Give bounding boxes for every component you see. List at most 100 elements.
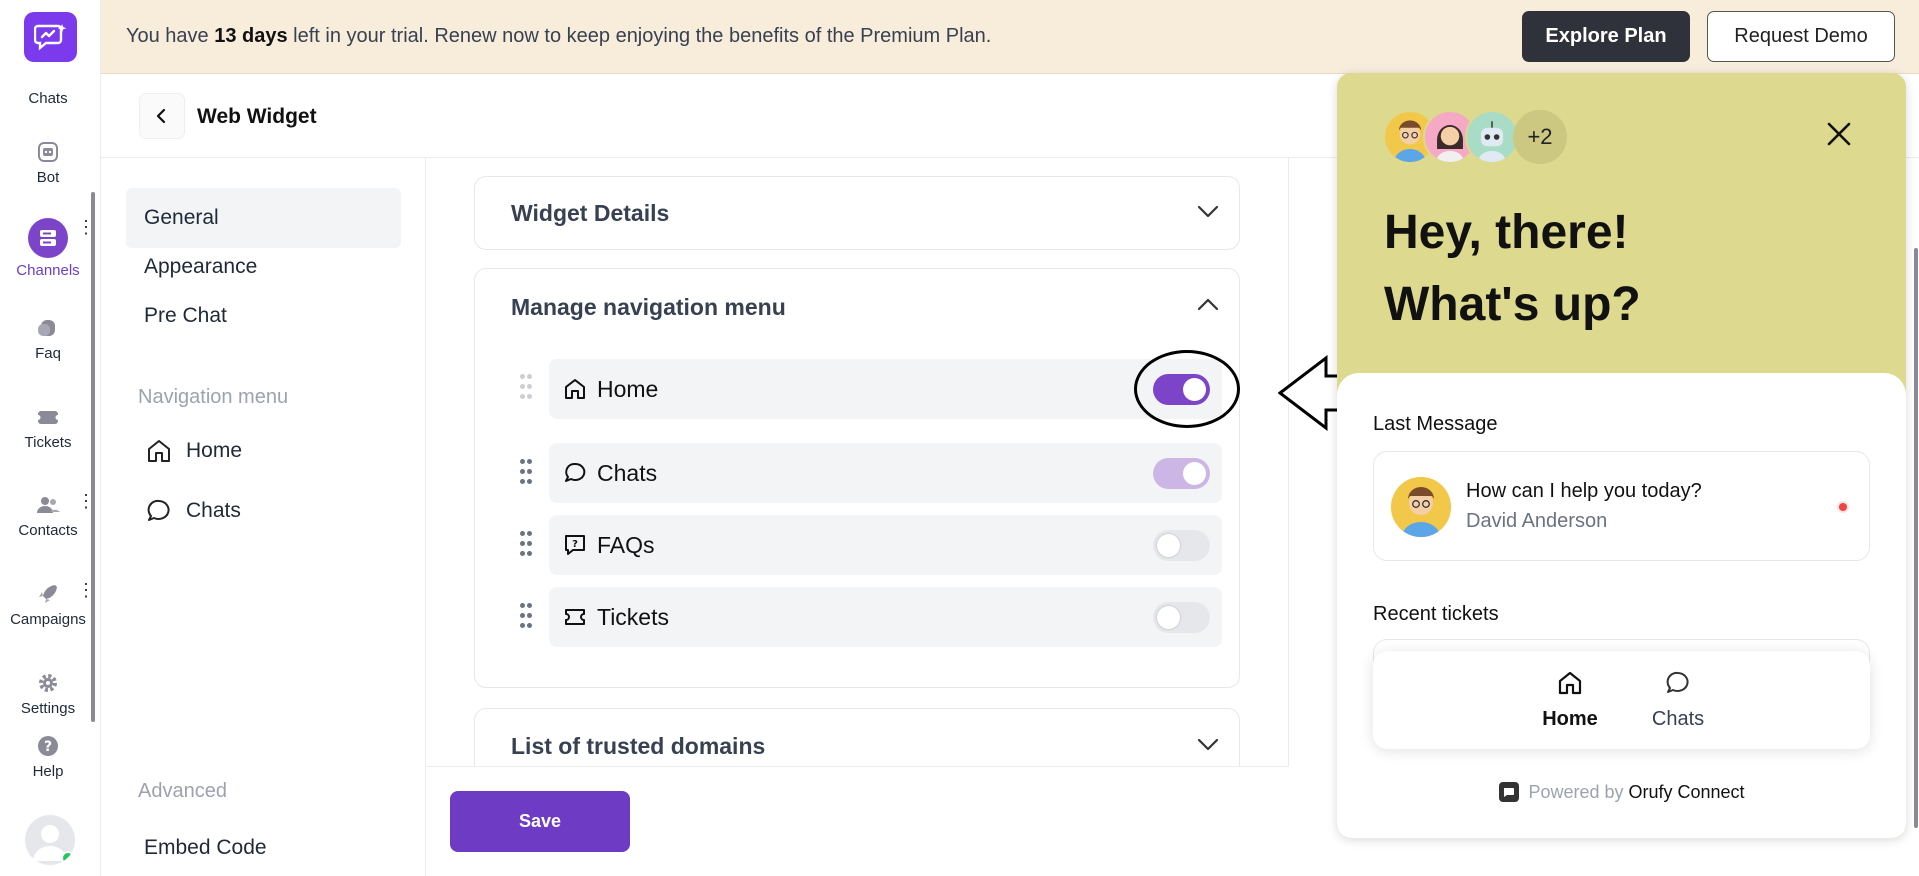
nav-row-faqs: ? FAQs [549,515,1222,575]
rocket-icon [39,585,57,603]
more-options-icon[interactable]: ⋮ [77,492,95,510]
home-icon [565,379,585,399]
preview-tab-home[interactable]: Home [1530,669,1610,731]
trial-banner-text: You have 13 days left in your trial. Ren… [126,25,992,47]
widget-details-title: Widget Details [511,200,670,226]
greeting-line-1: Hey, there! [1384,206,1629,259]
save-button[interactable]: Save [450,791,630,852]
nav-row-label: FAQs [597,532,655,558]
preview-tab-bar: Home Chats [1373,651,1870,749]
rail-item-tickets[interactable]: Tickets [0,404,96,451]
chevron-left-icon [156,108,166,124]
chat-bubble-icon [1666,671,1689,693]
rail-item-contacts[interactable]: ⋮ Contacts [0,492,96,539]
chevron-down-icon[interactable] [1197,738,1219,752]
highlight-ellipse [1134,350,1240,428]
more-options-icon[interactable]: ⋮ [77,581,95,599]
nav-rail: Chats Bot ⋮ Channels Faq Tickets ⋮ Conta… [0,0,101,876]
preview-tab-chats[interactable]: Chats [1638,669,1718,731]
settings-sidebar: General Appearance Pre Chat Navigation m… [101,158,426,876]
nav-row-chats: Chats [549,443,1222,503]
rail-label: Chats [28,90,68,107]
back-button[interactable] [139,93,185,139]
rail-item-help[interactable]: ? Help [0,733,96,780]
ticket-icon [565,609,585,625]
chat-sparkle-icon [33,24,66,51]
preview-body: Last Message How can I help you today? D… [1337,373,1906,838]
sidebar-item-chats[interactable]: Chats [146,498,241,524]
channels-icon [28,218,68,258]
more-options-icon[interactable]: ⋮ [77,218,95,236]
chevron-down-icon[interactable] [1197,205,1219,219]
trial-banner: You have 13 days left in your trial. Ren… [101,0,1919,74]
agent-avatar [1465,110,1519,164]
sidebar-item-pre-chat[interactable]: Pre Chat [126,286,401,346]
rail-item-campaigns[interactable]: ⋮ Campaigns [0,581,96,628]
agent-avatar [1391,477,1451,537]
user-avatar[interactable] [25,815,75,865]
help-icon: ? [38,736,58,756]
main-content: Widget Details Manage navigation menu Ho… [426,158,1289,876]
drag-handle-icon[interactable] [520,374,532,400]
trial-days-left: 13 days [214,25,288,47]
save-bar: Save [426,766,1289,876]
preview-scrollbar[interactable] [1914,248,1918,828]
tickets-icon [35,411,61,424]
faq-box-icon: ? [565,535,585,555]
recent-tickets-title: Recent tickets [1373,603,1499,625]
last-message-title: Last Message [1373,413,1498,435]
rail-label: Faq [35,345,61,362]
home-icon [148,440,170,462]
rail-label: Channels [16,262,80,279]
online-status-dot [61,851,75,865]
manage-navigation-card: Manage navigation menu Home Chats ? FAQs… [474,268,1240,688]
brand-name[interactable]: Orufy Connect [1629,782,1745,803]
drag-handle-icon[interactable] [520,531,532,557]
last-message-card[interactable]: How can I help you today? David Anderson [1373,451,1870,561]
more-agents-count: +2 [1513,110,1567,164]
app-logo[interactable] [24,12,77,62]
rail-label: Bot [36,169,60,186]
sidebar-item-home[interactable]: Home [146,438,242,464]
rail-label: Contacts [18,522,78,539]
drag-handle-icon[interactable] [520,603,532,629]
trusted-domains-title: List of trusted domains [511,733,766,759]
sidebar-section-advanced: Advanced [138,780,227,802]
rail-item-channels[interactable]: ⋮ Channels [0,218,96,279]
tickets-toggle[interactable] [1153,602,1210,633]
faqs-toggle[interactable] [1153,530,1210,561]
widget-details-card[interactable]: Widget Details [474,176,1240,250]
message-author: David Anderson [1466,510,1608,532]
rail-item-bot[interactable]: Bot [0,139,96,186]
greeting-line-2: What's up? [1384,278,1641,331]
explore-plan-button[interactable]: Explore Plan [1522,11,1690,62]
chats-toggle[interactable] [1153,458,1210,489]
rail-label: Tickets [24,434,72,451]
svg-text:?: ? [572,539,578,550]
request-demo-button[interactable]: Request Demo [1707,11,1895,62]
svg-text:?: ? [44,739,52,755]
rail-item-chats[interactable]: Chats [0,86,96,107]
home-icon [1558,671,1582,695]
nav-row-label: Tickets [597,604,669,630]
unread-dot [1837,501,1849,513]
page-title: Web Widget [197,105,317,128]
brand-logo-icon [1499,782,1520,802]
nav-row-label: Home [597,376,659,402]
chat-bubble-icon [147,499,170,521]
widget-preview: +2 Hey, there! What's up? Last Message H… [1337,73,1906,838]
rail-item-settings[interactable]: Settings [0,670,96,717]
rail-item-faq[interactable]: Faq [0,315,96,362]
drag-handle-icon[interactable] [520,459,532,485]
rail-label: Help [32,763,64,780]
rail-scrollbar[interactable] [91,192,95,722]
chat-bubble-icon [565,462,586,482]
faq-icon [38,320,55,336]
close-icon[interactable] [1826,121,1852,147]
contacts-icon [37,497,60,513]
chevron-up-icon[interactable] [1197,297,1219,311]
bot-icon [38,142,58,162]
rail-label: Settings [20,700,76,717]
message-text: How can I help you today? [1466,480,1702,502]
sidebar-item-embed-code[interactable]: Embed Code [126,818,401,876]
